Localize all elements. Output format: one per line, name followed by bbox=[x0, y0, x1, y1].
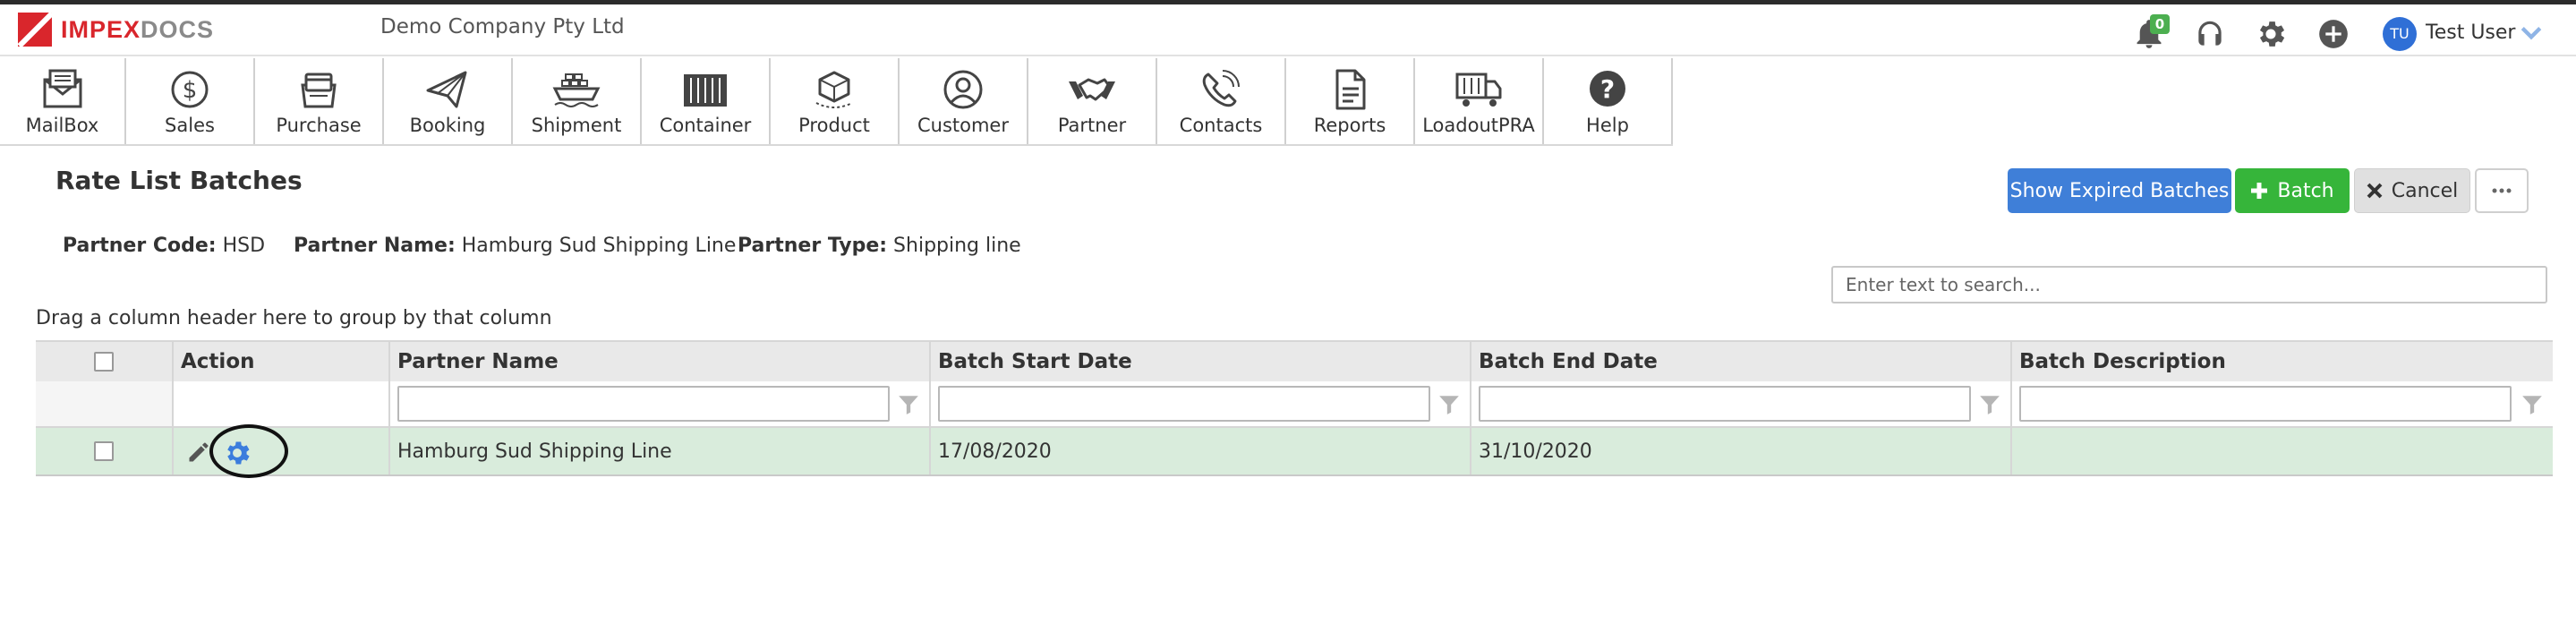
cancel-button[interactable]: Cancel bbox=[2354, 168, 2470, 213]
filter-cell-batch-end-date bbox=[1471, 381, 2012, 426]
table-row[interactable]: Hamburg Sud Shipping Line 17/08/2020 31/… bbox=[36, 424, 2553, 478]
nav-item-product[interactable]: Product bbox=[771, 58, 900, 144]
partner-code-info: Partner Code: HSD bbox=[63, 235, 266, 257]
chevron-down-icon[interactable] bbox=[2520, 24, 2543, 42]
filter-cell-partner-name bbox=[390, 381, 931, 426]
select-all-checkbox[interactable] bbox=[94, 352, 114, 372]
nav-item-customer[interactable]: Customer bbox=[900, 58, 1028, 144]
column-header-action[interactable]: Action bbox=[174, 342, 390, 381]
nav-item-help[interactable]: ? Help bbox=[1544, 58, 1673, 144]
cell-batch-start-date: 17/08/2020 bbox=[931, 428, 1471, 474]
product-icon bbox=[815, 71, 853, 108]
app-logo[interactable]: IMPEXDOCS bbox=[18, 13, 214, 47]
add-circle-icon[interactable] bbox=[2316, 17, 2350, 51]
partner-icon bbox=[1069, 78, 1115, 101]
nav-item-sales[interactable]: $ Sales bbox=[126, 58, 255, 144]
contacts-icon bbox=[1202, 70, 1240, 107]
filter-input-batch-end-date[interactable] bbox=[1479, 386, 1971, 422]
booking-icon bbox=[426, 71, 467, 108]
plus-icon bbox=[2251, 183, 2268, 199]
row-select-cell bbox=[36, 428, 174, 474]
main-nav: MailBox $ Sales Purchase Booking Shipmen… bbox=[0, 58, 1673, 146]
user-avatar[interactable]: TU bbox=[2383, 17, 2417, 51]
filter-input-batch-description[interactable] bbox=[2019, 386, 2512, 422]
grid-filter-row bbox=[36, 381, 2553, 428]
nav-item-shipment[interactable]: Shipment bbox=[513, 58, 642, 144]
loadout-truck-icon bbox=[1455, 73, 1502, 107]
group-by-drop-zone[interactable]: Drag a column header here to group by th… bbox=[36, 307, 552, 329]
support-headset-icon[interactable] bbox=[2193, 17, 2227, 51]
mailbox-icon bbox=[43, 69, 81, 108]
svg-text:$: $ bbox=[183, 77, 198, 104]
page-title: Rate List Batches bbox=[55, 166, 303, 195]
filter-input-batch-start-date[interactable] bbox=[938, 386, 1430, 422]
column-header-partner-name[interactable]: Partner Name bbox=[390, 342, 931, 381]
column-header-batch-start-date[interactable]: Batch Start Date bbox=[931, 342, 1471, 381]
column-header-batch-description[interactable]: Batch Description bbox=[2012, 342, 2553, 381]
filter-input-partner-name[interactable] bbox=[397, 386, 890, 422]
nav-item-booking[interactable]: Booking bbox=[384, 58, 513, 144]
row-action-cell bbox=[174, 424, 390, 478]
column-header-batch-end-date[interactable]: Batch End Date bbox=[1471, 342, 2012, 381]
nav-item-purchase[interactable]: Purchase bbox=[255, 58, 384, 144]
add-batch-button[interactable]: Batch bbox=[2235, 168, 2350, 213]
company-name: Demo Company Pty Ltd bbox=[380, 15, 625, 38]
sales-icon: $ bbox=[171, 71, 209, 108]
filter-blank-cell bbox=[36, 381, 174, 426]
nav-item-partner[interactable]: Partner bbox=[1028, 58, 1157, 144]
header-select-cell bbox=[36, 342, 174, 381]
more-options-button[interactable] bbox=[2475, 168, 2529, 213]
logo-text: IMPEXDOCS bbox=[61, 15, 215, 43]
notification-count-badge: 0 bbox=[2150, 14, 2170, 34]
nav-item-loadoutpra[interactable]: LoadoutPRA bbox=[1415, 58, 1544, 144]
logo-mark-icon bbox=[18, 13, 52, 47]
partner-type-info: Partner Type: Shipping line bbox=[738, 235, 1021, 257]
ellipsis-icon bbox=[2492, 188, 2512, 193]
settings-gear-icon[interactable] bbox=[2254, 17, 2288, 51]
nav-item-reports[interactable]: Reports bbox=[1286, 58, 1415, 144]
filter-icon[interactable] bbox=[1437, 393, 1461, 416]
close-icon bbox=[2367, 183, 2383, 199]
show-expired-batches-button[interactable]: Show Expired Batches bbox=[2008, 168, 2231, 213]
nav-item-container[interactable]: Container bbox=[642, 58, 771, 144]
filter-icon[interactable] bbox=[1978, 393, 2001, 416]
cell-partner-name: Hamburg Sud Shipping Line bbox=[390, 428, 931, 474]
filter-cell-batch-start-date bbox=[931, 381, 1471, 426]
filter-icon[interactable] bbox=[897, 393, 920, 416]
nav-item-mailbox[interactable]: MailBox bbox=[0, 58, 126, 144]
edit-pencil-icon[interactable] bbox=[186, 440, 211, 465]
container-icon bbox=[684, 74, 727, 107]
row-select-checkbox[interactable] bbox=[94, 441, 114, 461]
user-name[interactable]: Test User bbox=[2426, 21, 2515, 44]
help-icon: ? bbox=[1590, 71, 1625, 107]
cell-batch-description bbox=[2012, 428, 2553, 474]
customer-icon bbox=[943, 70, 983, 109]
nav-item-contacts[interactable]: Contacts bbox=[1157, 58, 1286, 144]
partner-name-info: Partner Name: Hamburg Sud Shipping Line bbox=[294, 235, 737, 257]
purchase-icon bbox=[301, 73, 337, 108]
search-input[interactable] bbox=[1831, 266, 2547, 303]
filter-icon[interactable] bbox=[2521, 393, 2544, 416]
filter-action-cell bbox=[174, 381, 390, 426]
reports-icon bbox=[1335, 69, 1366, 110]
grid-header-row: Action Partner Name Batch Start Date Bat… bbox=[36, 340, 2553, 381]
svg-text:?: ? bbox=[1600, 74, 1615, 104]
filter-cell-batch-description bbox=[2012, 381, 2553, 426]
batches-grid: Action Partner Name Batch Start Date Bat… bbox=[36, 340, 2553, 478]
cell-batch-end-date: 31/10/2020 bbox=[1471, 428, 2012, 474]
settings-gear-icon[interactable] bbox=[222, 438, 252, 468]
app-header: IMPEXDOCS Demo Company Pty Ltd 0 TU Test… bbox=[0, 4, 2576, 56]
shipment-icon bbox=[552, 73, 601, 107]
